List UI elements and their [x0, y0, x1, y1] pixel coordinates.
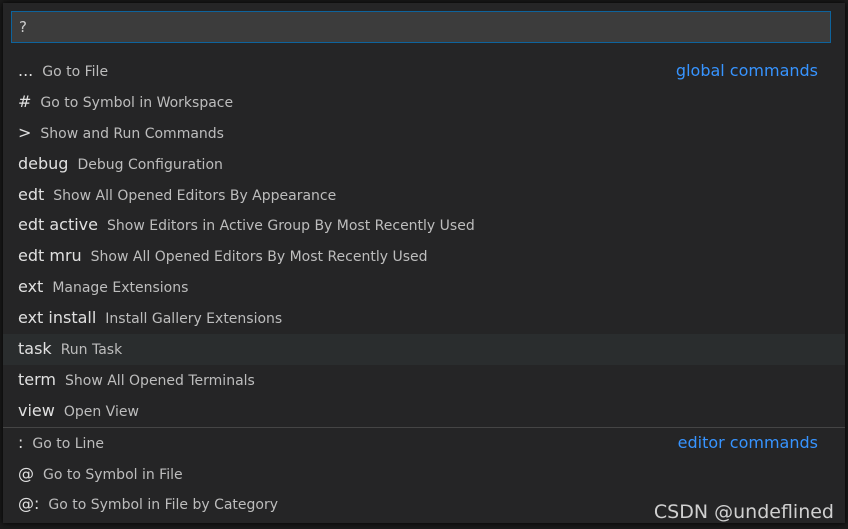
command-label: Show All Opened Editors By Most Recently…	[90, 249, 428, 266]
command-label: Go to Symbol in Workspace	[40, 94, 234, 111]
quick-open-widget: ? ... Go to File global commands # Go to Sym…	[3, 3, 845, 523]
command-prefix: edt active	[18, 215, 98, 235]
list-item[interactable]: edt Show All Opened Editors By Appearance	[3, 180, 845, 211]
list-item[interactable]: ... Go to File global commands	[3, 56, 845, 87]
command-prefix: :	[18, 432, 24, 452]
list-item[interactable]: edt active Show Editors in Active Group B…	[3, 210, 845, 241]
command-prefix: edt mru	[18, 246, 82, 266]
list-item[interactable]: @ Go to Symbol in File	[3, 459, 845, 490]
group-label: editor commands	[677, 432, 818, 452]
command-label: Show Editors in Active Group By Most Rec…	[107, 218, 475, 235]
list-item[interactable]: ext install Install Gallery Extensions	[3, 303, 845, 334]
command-label: Go to Symbol in File	[43, 466, 183, 483]
command-prefix: task	[18, 339, 52, 359]
list-item[interactable]: > Show and Run Commands	[3, 118, 845, 149]
command-label: Go to File	[42, 64, 109, 80]
command-label: Show All Opened Editors By Appearance	[53, 187, 337, 204]
command-prefix: ext install	[18, 308, 97, 328]
command-prefix: ...	[18, 61, 34, 80]
quick-open-input[interactable]: ?	[11, 11, 831, 43]
list-item[interactable]: edt mru Show All Opened Editors By Most R…	[3, 241, 845, 272]
command-label: Go to Symbol in File by Category	[48, 497, 279, 514]
list-item[interactable]: task Run Task	[3, 334, 845, 365]
list-item[interactable]: : Go to Line editor commands	[3, 426, 845, 459]
command-label: Show All Opened Terminals	[65, 372, 255, 389]
command-label: Debug Configuration	[77, 156, 223, 173]
command-label: Go to Line	[32, 435, 104, 452]
watermark: CSDN @undeflined	[653, 501, 834, 523]
group-label: global commands	[675, 61, 818, 80]
command-label: Open View	[63, 403, 139, 420]
command-prefix: #	[18, 91, 32, 111]
command-prefix: @:	[18, 494, 40, 514]
command-label: Run Task	[60, 342, 123, 359]
command-label: Manage Extensions	[52, 280, 189, 297]
list-item[interactable]: view Open View	[3, 396, 845, 427]
list-item[interactable]: ext Manage Extensions	[3, 272, 845, 303]
command-prefix: view	[18, 400, 55, 420]
command-prefix: ext	[18, 277, 44, 297]
command-label: Show and Run Commands	[40, 125, 224, 142]
command-prefix: term	[18, 369, 56, 389]
command-prefix: edt	[18, 184, 45, 204]
command-label: Install Gallery Extensions	[105, 311, 283, 328]
list-item[interactable]: debug Debug Configuration	[3, 149, 845, 180]
list-item[interactable]: # Go to Symbol in Workspace	[3, 87, 845, 118]
quick-pick-list: ... Go to File global commands # Go to Symbo…	[3, 56, 845, 520]
command-prefix: >	[18, 122, 32, 142]
list-item[interactable]: term Show All Opened Terminals	[3, 365, 845, 396]
command-prefix: debug	[18, 153, 69, 173]
command-prefix: @	[18, 463, 34, 483]
